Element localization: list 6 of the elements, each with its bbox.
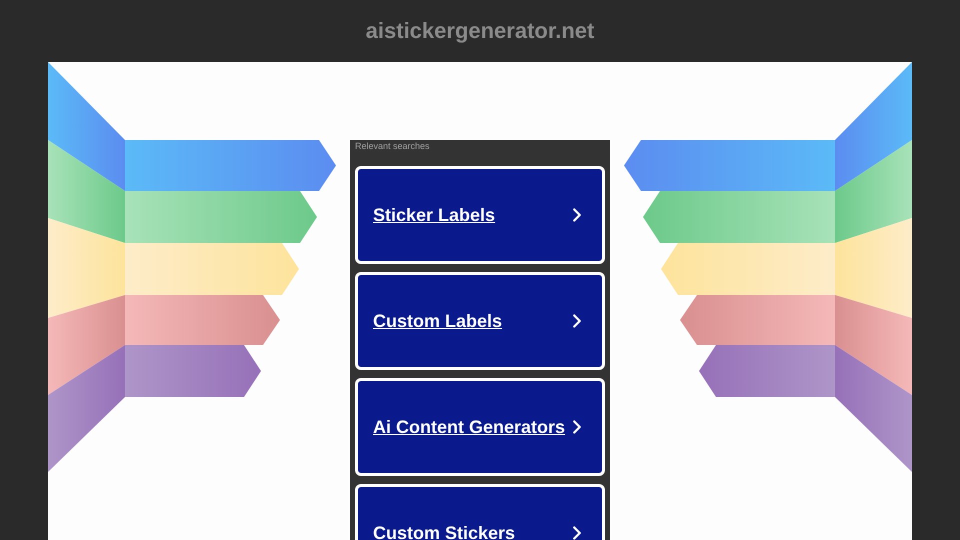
search-link[interactable]: Sticker Labels: [355, 166, 605, 264]
search-link[interactable]: Custom Stickers: [355, 484, 605, 540]
search-link[interactable]: Ai Content Generators: [355, 378, 605, 476]
panel-heading: Relevant searches: [355, 141, 430, 152]
site-title: aistickergenerator.net: [366, 18, 594, 44]
search-link[interactable]: Custom Labels: [355, 272, 605, 370]
